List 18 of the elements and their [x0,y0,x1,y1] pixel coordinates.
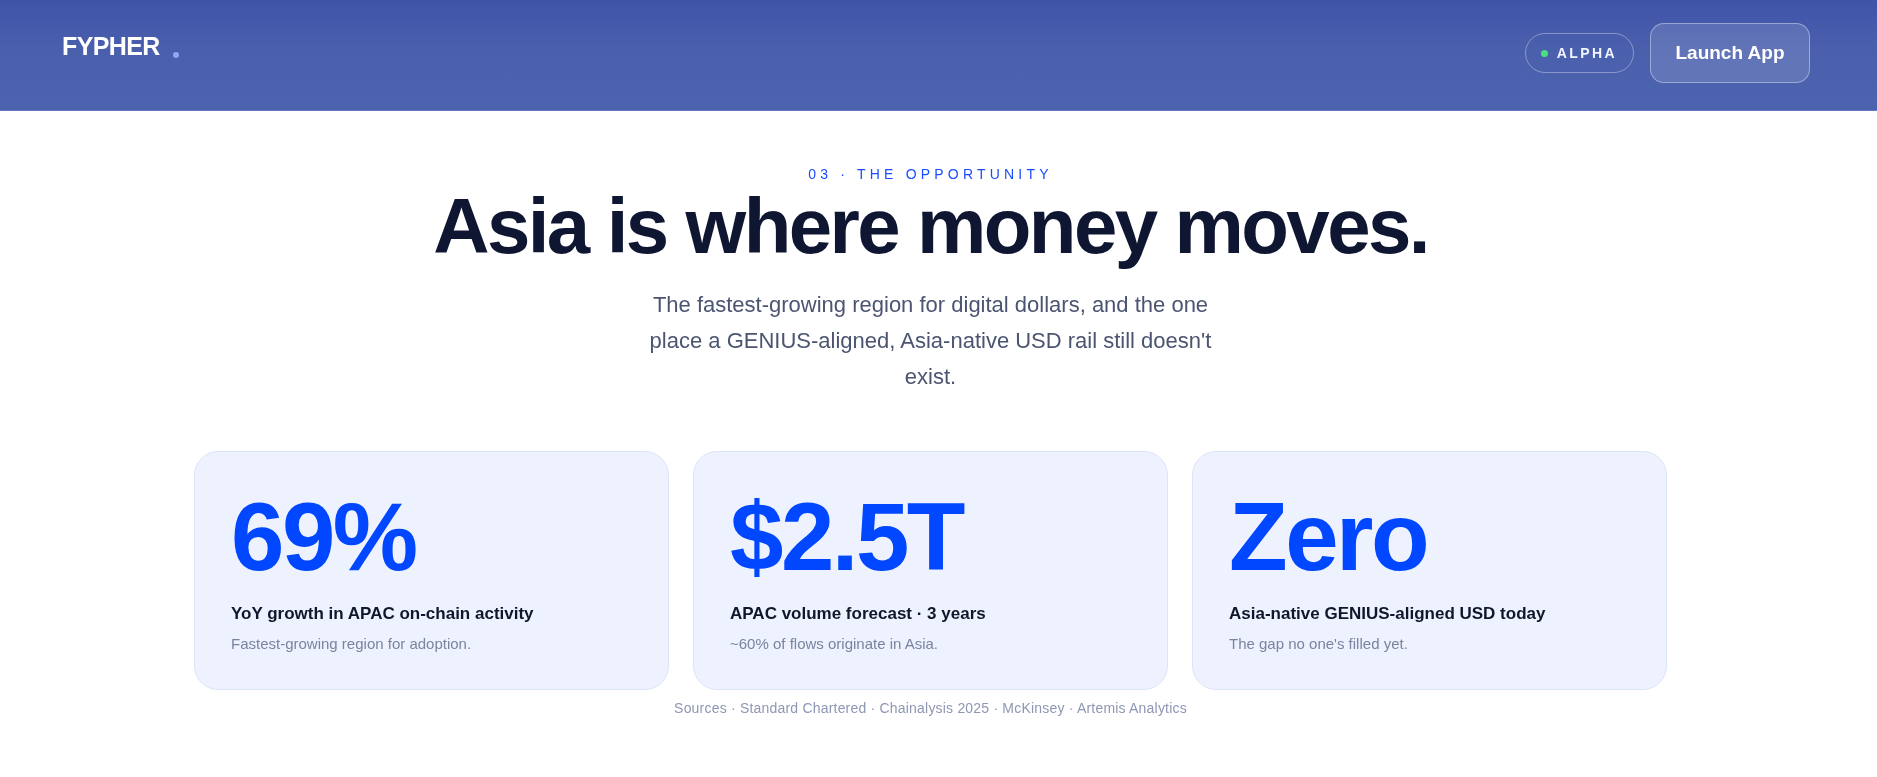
stat-note: The gap no one's filled yet. [1229,633,1409,654]
page-title: Asia is where money moves. [432,184,1429,270]
stat-value: $2.5T [730,488,963,585]
launch-app-button[interactable]: Launch App [1650,23,1810,83]
stat-label: APAC volume forecast · 3 years [730,602,987,625]
logo-dot-icon [172,52,179,58]
badge-label: ALPHA [1556,43,1617,63]
status-dot-icon [1540,49,1548,57]
logo-text: FYPHER [62,31,160,61]
stat-label: YoY growth in APAC on-chain activity [231,602,535,625]
section-eyebrow: 03 · THE OPPORTUNITY [807,165,1054,184]
stat-value: 69% [231,488,416,585]
page-subtitle: The fastest-growing region for digital dollars, and the one place a GENIUS-aligned, Asia-native USD rail still doesn't exist. [648,290,1213,391]
stat-label: Asia-native GENIUS-aligned USD today [1229,602,1547,625]
stat-note: Fastest-growing region for adoption. [231,633,473,654]
sources-text: Sources · Standard Chartered · Chainalysis 2025 · McKinsey · Artemis Analytics [674,698,1187,718]
stat-note: ~60% of flows originate in Asia. [730,633,940,654]
stat-value: Zero [1229,488,1428,585]
